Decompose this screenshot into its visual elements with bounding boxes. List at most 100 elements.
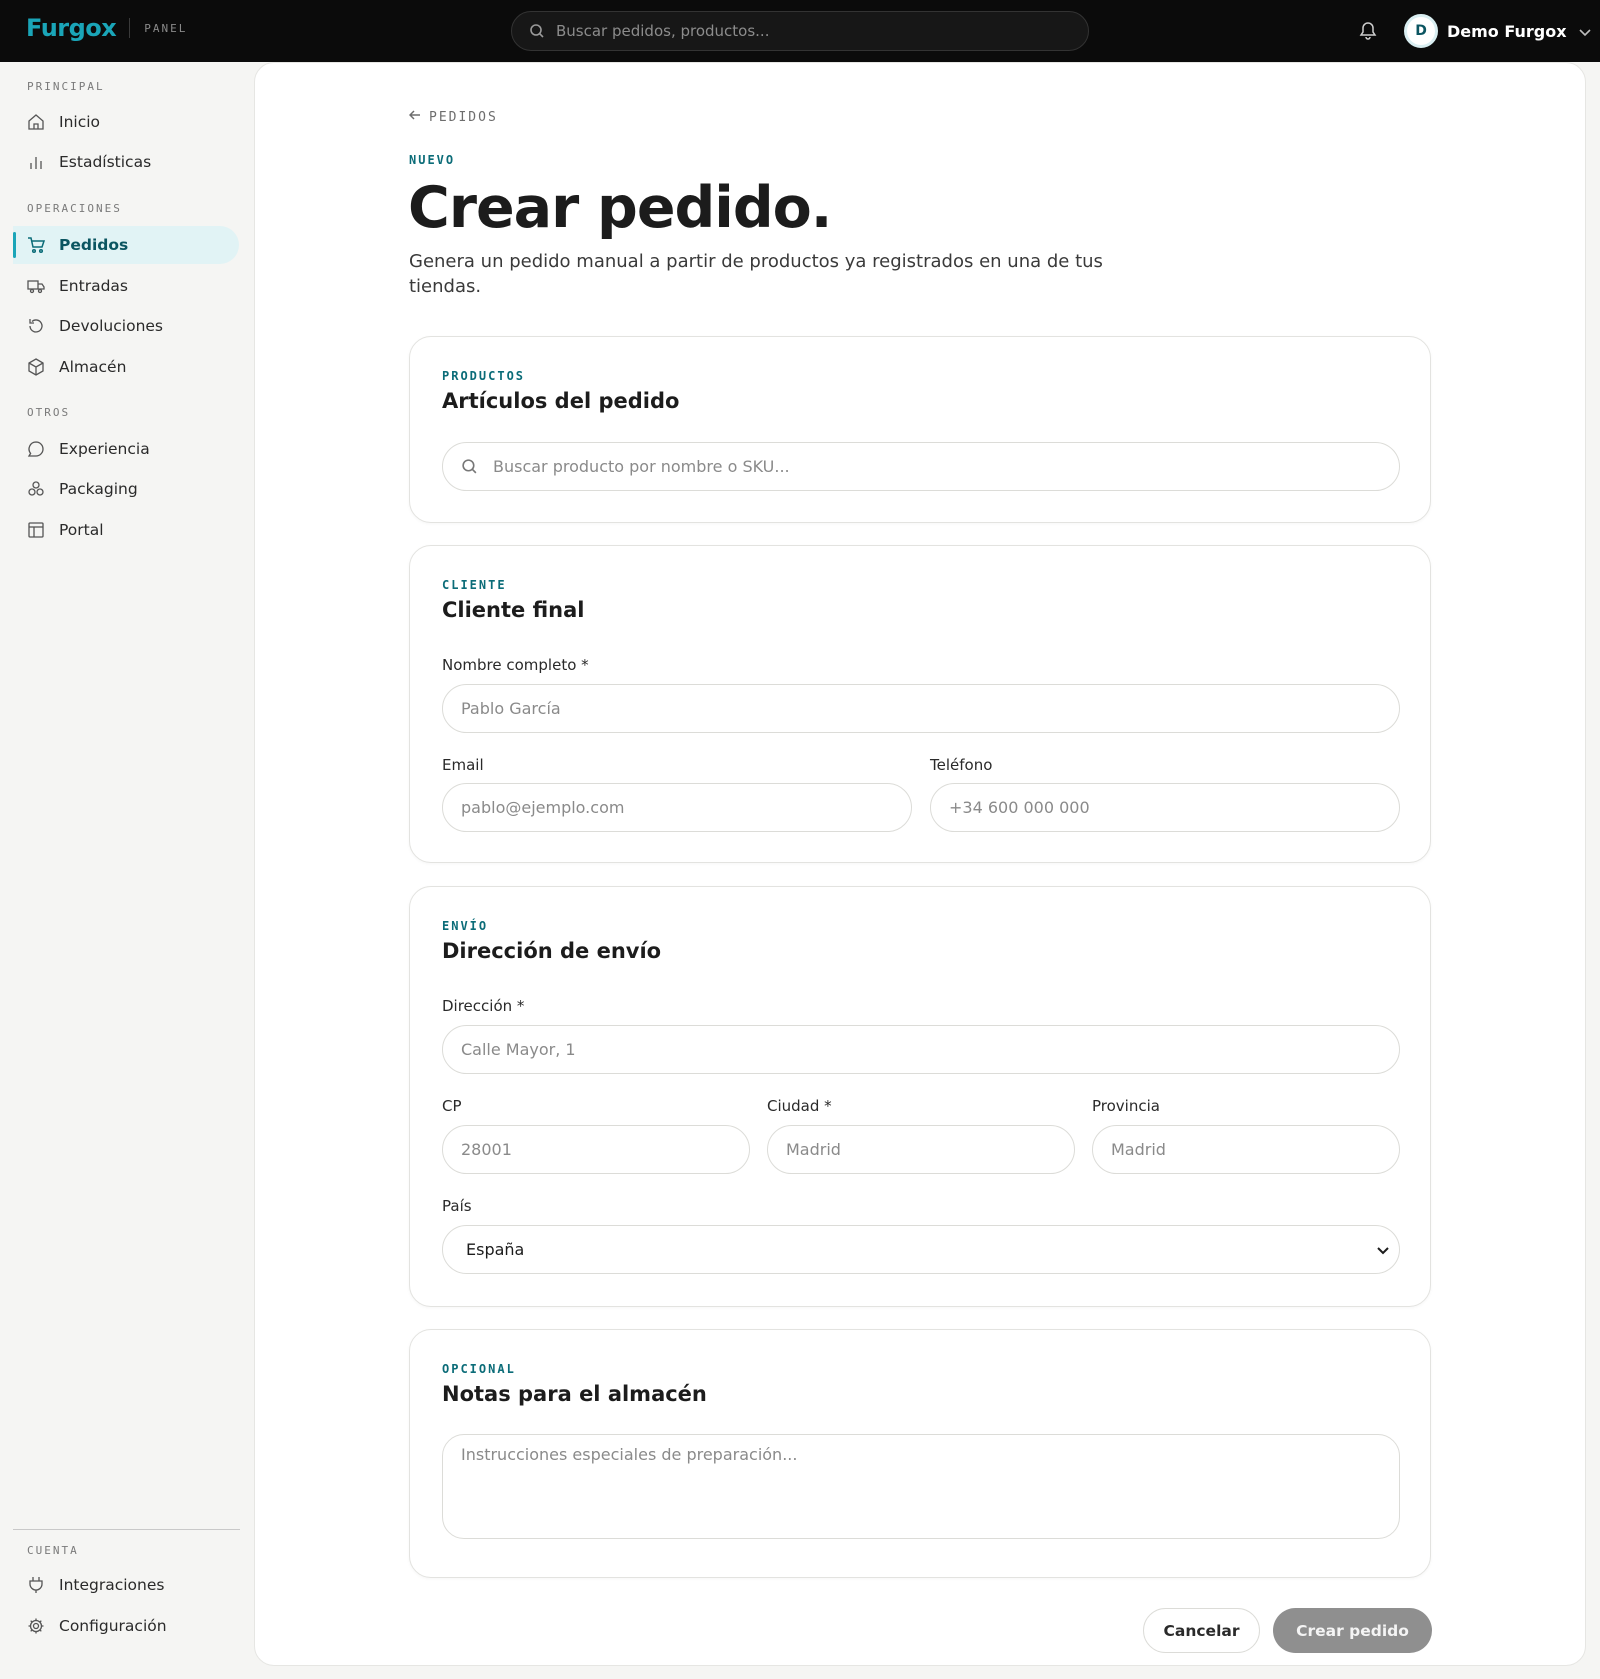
sidebar-item-experiencia[interactable]: Experiencia <box>13 430 239 468</box>
top-bar: Furgox PANEL D Demo Furgox <box>0 0 1600 62</box>
sidebar-item-inicio[interactable]: Inicio <box>13 103 239 141</box>
phone-label: Teléfono <box>930 756 993 774</box>
product-search[interactable] <box>442 442 1400 491</box>
sidebar-section-otros: OTROS <box>27 406 71 419</box>
sidebar-item-label: Almacén <box>59 358 127 376</box>
sidebar: PRINCIPAL Inicio Estadísticas OPERACIONE… <box>0 62 252 1679</box>
zip-input[interactable] <box>461 1140 731 1159</box>
country-select-value[interactable]: España <box>466 1240 524 1259</box>
truck-icon <box>27 277 45 295</box>
sidebar-section-cuenta: CUENTA <box>27 1544 79 1557</box>
page-eyebrow: NUEVO <box>409 153 456 167</box>
brand-logo[interactable]: Furgox <box>26 14 117 42</box>
products-card: PRODUCTOS Artículos del pedido <box>409 336 1431 523</box>
province-label: Provincia <box>1092 1097 1160 1115</box>
brand[interactable]: Furgox PANEL <box>26 14 187 42</box>
sidebar-item-label: Integraciones <box>59 1576 165 1594</box>
search-icon <box>461 458 478 479</box>
email-label: Email <box>442 756 484 774</box>
sidebar-item-pedidos[interactable]: Pedidos <box>13 226 239 264</box>
phone-field[interactable] <box>930 783 1400 832</box>
search-icon <box>529 23 545 43</box>
bar-chart-icon <box>27 153 45 171</box>
email-field[interactable] <box>442 783 912 832</box>
card-title: Cliente final <box>442 598 585 622</box>
notes-textarea[interactable] <box>461 1445 1381 1525</box>
sidebar-item-label: Inicio <box>59 113 101 131</box>
back-link[interactable]: PEDIDOS <box>408 109 498 125</box>
avatar[interactable]: D <box>1404 14 1438 48</box>
address-field[interactable] <box>442 1025 1400 1074</box>
card-eyebrow: PRODUCTOS <box>442 369 526 383</box>
create-order-button[interactable]: Crear pedido <box>1273 1608 1432 1653</box>
card-title: Notas para el almacén <box>442 1382 707 1406</box>
city-input[interactable] <box>786 1140 1056 1159</box>
card-eyebrow: CLIENTE <box>442 578 507 592</box>
name-input[interactable] <box>461 699 1381 718</box>
country-label: País <box>442 1197 472 1215</box>
notes-field[interactable] <box>442 1434 1400 1539</box>
sidebar-item-label: Pedidos <box>59 236 129 254</box>
arrow-left-icon <box>408 109 421 125</box>
sidebar-item-label: Portal <box>59 521 104 539</box>
sidebar-section-principal: PRINCIPAL <box>27 80 105 93</box>
return-icon <box>27 317 45 335</box>
box-icon <box>27 358 45 376</box>
brand-divider <box>129 18 131 38</box>
sidebar-item-label: Devoluciones <box>59 317 164 335</box>
card-title: Artículos del pedido <box>442 389 680 413</box>
name-field[interactable] <box>442 684 1400 733</box>
province-input[interactable] <box>1111 1140 1381 1159</box>
address-input[interactable] <box>461 1040 1381 1059</box>
user-name[interactable]: Demo Furgox <box>1447 22 1567 41</box>
chevron-down-icon[interactable] <box>1578 22 1591 41</box>
chat-icon <box>27 440 45 458</box>
sidebar-item-entradas[interactable]: Entradas <box>13 267 239 305</box>
sidebar-item-estadisticas[interactable]: Estadísticas <box>13 143 239 181</box>
brand-tag: PANEL <box>144 21 188 35</box>
email-input[interactable] <box>461 798 893 817</box>
bell-icon[interactable] <box>1359 20 1377 44</box>
layout-icon <box>27 521 45 539</box>
card-title: Dirección de envío <box>442 939 662 963</box>
customer-card: CLIENTE Cliente final Nombre completo * … <box>409 545 1431 863</box>
name-label: Nombre completo * <box>442 656 589 674</box>
plug-icon <box>27 1576 45 1594</box>
address-label: Dirección * <box>442 997 525 1015</box>
zip-label: CP <box>442 1097 462 1115</box>
sidebar-item-label: Packaging <box>59 480 138 498</box>
cancel-button[interactable]: Cancelar <box>1143 1608 1260 1653</box>
sidebar-item-label: Experiencia <box>59 440 150 458</box>
global-search-input[interactable] <box>556 22 1088 40</box>
global-search[interactable] <box>511 11 1089 51</box>
page-title: Crear pedido. <box>408 175 832 241</box>
sidebar-item-packaging[interactable]: Packaging <box>13 470 239 508</box>
sidebar-item-label: Configuración <box>59 1617 167 1635</box>
country-select[interactable]: España <box>442 1225 1400 1274</box>
sidebar-item-configuracion[interactable]: Configuración <box>13 1607 239 1645</box>
home-icon <box>27 113 45 131</box>
sidebar-item-integraciones[interactable]: Integraciones <box>13 1566 239 1604</box>
sidebar-item-portal[interactable]: Portal <box>13 511 239 549</box>
zip-field[interactable] <box>442 1125 750 1174</box>
sidebar-item-label: Estadísticas <box>59 153 152 171</box>
packages-icon <box>27 480 45 498</box>
main-panel: PEDIDOS NUEVO Crear pedido. Genera un pe… <box>254 62 1586 1666</box>
sidebar-item-devoluciones[interactable]: Devoluciones <box>13 307 239 345</box>
phone-input[interactable] <box>949 798 1381 817</box>
sidebar-divider <box>13 1529 240 1530</box>
gear-icon <box>27 1617 45 1635</box>
card-eyebrow: ENVÍO <box>442 919 489 933</box>
back-link-label[interactable]: PEDIDOS <box>429 110 498 125</box>
product-search-input[interactable] <box>493 457 1381 476</box>
sidebar-item-almacen[interactable]: Almacén <box>13 348 239 386</box>
sidebar-item-label: Entradas <box>59 277 128 295</box>
province-field[interactable] <box>1092 1125 1400 1174</box>
shipping-card: ENVÍO Dirección de envío Dirección * CP … <box>409 886 1431 1307</box>
city-field[interactable] <box>767 1125 1075 1174</box>
user-menu[interactable]: D Demo Furgox <box>1404 14 1591 48</box>
notes-card: OPCIONAL Notas para el almacén <box>409 1329 1431 1578</box>
sidebar-section-operaciones: OPERACIONES <box>27 202 122 215</box>
cart-icon <box>27 236 45 254</box>
chevron-down-icon[interactable] <box>1377 1240 1389 1259</box>
